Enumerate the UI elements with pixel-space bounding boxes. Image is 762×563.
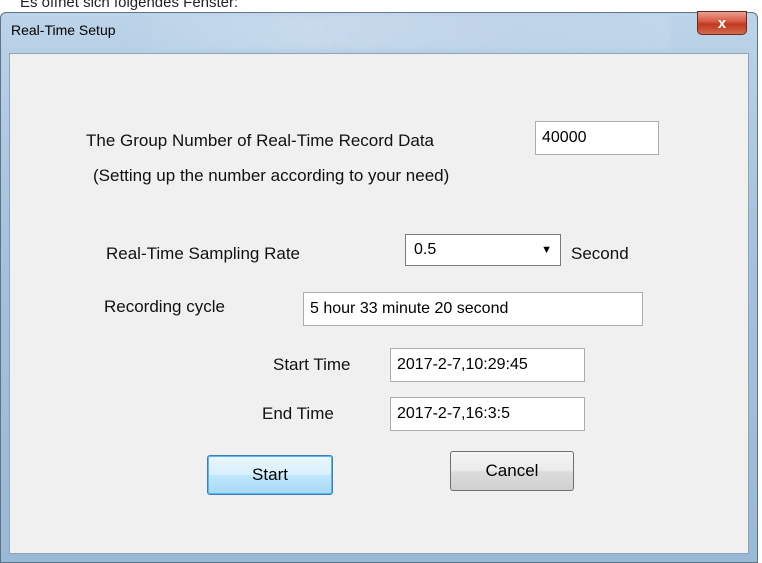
window-title: Real-Time Setup [11, 22, 116, 38]
sampling-rate-value: 0.5 [414, 241, 437, 258]
end-time-field[interactable]: 2017-2-7,16:3:5 [390, 397, 585, 431]
group-number-hint: (Setting up the number according to your… [93, 166, 450, 185]
title-bar[interactable]: Real-Time Setup x [1, 11, 757, 53]
dialog-body: The Group Number of Real-Time Record Dat… [9, 53, 749, 554]
close-icon: x [717, 14, 727, 32]
start-time-field[interactable]: 2017-2-7,10:29:45 [390, 348, 585, 382]
close-button[interactable]: x [697, 11, 747, 35]
end-time-label: End Time [262, 404, 334, 423]
recording-cycle-label: Recording cycle [104, 297, 225, 316]
recording-cycle-field[interactable]: 5 hour 33 minute 20 second [303, 292, 643, 326]
group-number-label: The Group Number of Real-Time Record Dat… [86, 131, 435, 150]
sampling-rate-select[interactable]: 0.5 ▼ [405, 234, 561, 266]
start-button[interactable]: Start [207, 455, 333, 495]
title-bar-background-blur [151, 15, 671, 49]
real-time-setup-dialog: Real-Time Setup x The Group Number of Re… [0, 11, 758, 563]
start-time-label: Start Time [273, 355, 351, 374]
group-number-input[interactable]: 40000 [535, 121, 659, 155]
chevron-down-icon: ▼ [541, 244, 552, 256]
document-caption: Es öffnet sich folgendes Fenster: [20, 0, 239, 11]
sampling-rate-label: Real-Time Sampling Rate [106, 244, 300, 263]
cancel-button[interactable]: Cancel [450, 451, 574, 491]
sampling-rate-unit: Second [571, 244, 629, 263]
